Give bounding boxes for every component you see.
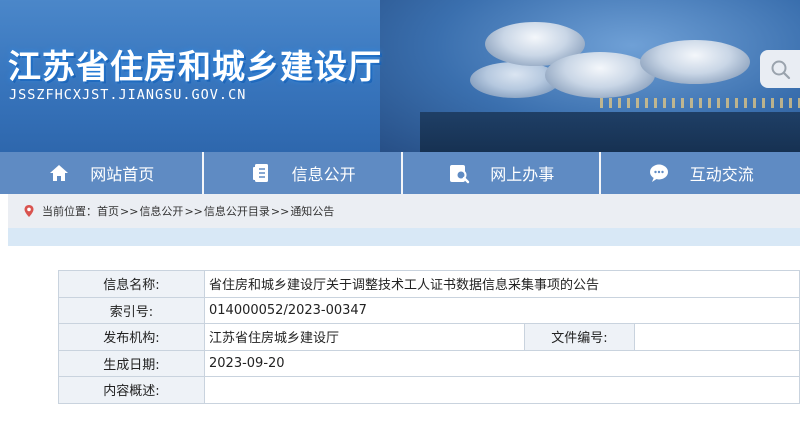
publisher-label: 发布机构:: [58, 323, 205, 351]
breadcrumb-link-info-disclosure[interactable]: 信息公开: [139, 203, 183, 219]
info-name-value: 省住房和城乡建设厅关于调整技术工人证书数据信息采集事项的公告: [204, 270, 800, 298]
document-number-label: 文件编号:: [524, 323, 635, 351]
banner-lights: [600, 98, 800, 108]
search-button[interactable]: [760, 50, 800, 88]
search-icon: [771, 60, 791, 80]
breadcrumb-prefix: 当前位置：: [42, 205, 97, 218]
breadcrumb-separator: >>: [120, 204, 139, 218]
table-row: 发布机构: 江苏省住房城乡建设厅 文件编号:: [58, 323, 800, 351]
table-row: 内容概述:: [58, 376, 800, 404]
table-row: 信息名称: 省住房和城乡建设厅关于调整技术工人证书数据信息采集事项的公告: [58, 270, 800, 298]
section-divider: [8, 228, 800, 246]
summary-label: 内容概述:: [58, 376, 205, 404]
stadium-dome: [640, 40, 750, 84]
location-pin-icon: [24, 205, 34, 217]
chat-icon: [649, 164, 668, 182]
nav-item-info-disclosure[interactable]: 信息公开: [204, 152, 403, 194]
service-search-icon: [450, 165, 470, 184]
table-row: 生成日期: 2023-09-20: [58, 349, 800, 377]
document-icon: [252, 164, 268, 182]
breadcrumb-separator: >>: [184, 204, 203, 218]
document-info-table: 信息名称: 省住房和城乡建设厅关于调整技术工人证书数据信息采集事项的公告 索引号…: [58, 270, 800, 404]
main-nav: 网站首页 信息公开 网上办事 互动交流: [0, 152, 800, 194]
nav-item-interaction[interactable]: 互动交流: [601, 152, 800, 194]
index-number-value: 014000052/2023-00347: [204, 296, 800, 324]
site-domain: JSSZFHCXJST.JIANGSU.GOV.CN: [9, 87, 247, 103]
info-name-label: 信息名称:: [58, 270, 205, 298]
nav-item-online-service[interactable]: 网上办事: [403, 152, 602, 194]
banner-ground: [420, 112, 800, 152]
breadcrumb-separator: >>: [270, 204, 290, 218]
table-row: 索引号: 014000052/2023-00347: [58, 296, 800, 324]
nav-item-label: 网上办事: [490, 165, 555, 184]
document-number-value: [634, 323, 800, 351]
breadcrumb: 当前位置： 首页 >> 信息公开 >> 信息公开目录 >> 通知公告: [8, 194, 800, 228]
header-banner: 江苏省住房和城乡建设厅 JSSZFHCXJST.JIANGSU.GOV.CN: [0, 0, 800, 152]
nav-item-label: 网站首页: [90, 165, 155, 184]
breadcrumb-link-info-catalog[interactable]: 信息公开目录: [204, 203, 270, 219]
summary-value: [204, 376, 800, 404]
publisher-value: 江苏省住房城乡建设厅: [204, 323, 525, 351]
stadium-dome: [545, 52, 655, 98]
creation-date-value: 2023-09-20: [204, 349, 800, 377]
index-number-label: 索引号:: [58, 296, 205, 324]
breadcrumb-link-notices[interactable]: 通知公告: [290, 203, 334, 219]
creation-date-label: 生成日期:: [58, 349, 205, 377]
home-icon: [50, 165, 69, 181]
breadcrumb-link-home[interactable]: 首页: [97, 203, 119, 219]
nav-item-home[interactable]: 网站首页: [0, 152, 205, 194]
nav-item-label: 互动交流: [689, 165, 754, 184]
site-title: 江苏省住房和城乡建设厅: [8, 47, 382, 86]
nav-item-label: 信息公开: [291, 165, 356, 184]
